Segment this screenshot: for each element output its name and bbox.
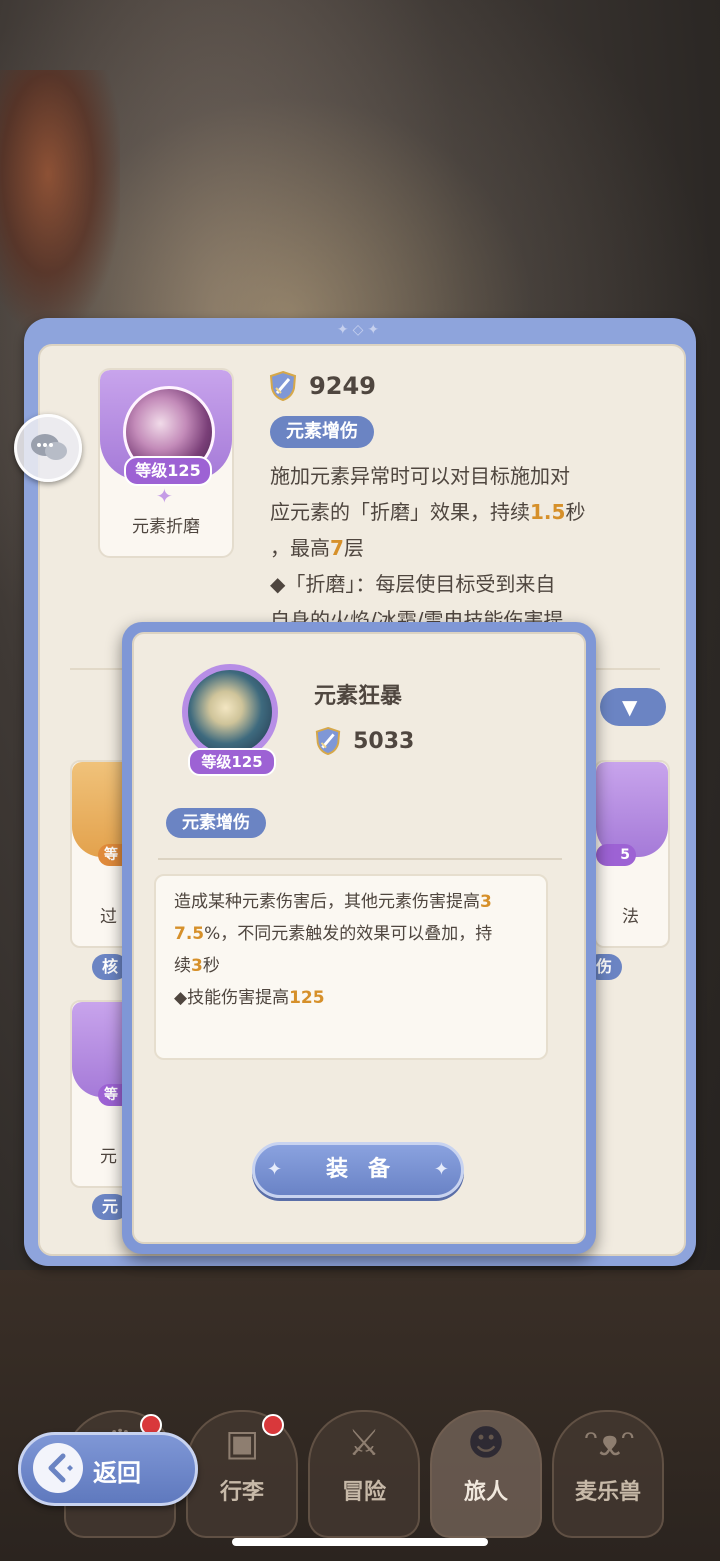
equip-button-label: 装备 (325, 1157, 410, 1182)
effect-line: 7.5%，不同元素触发的效果可以叠加，持 (174, 918, 532, 950)
skill-grid-card[interactable]: 5 法 (594, 760, 670, 948)
fox-icon: ᵔᴥᵔ (584, 1423, 636, 1464)
desc-line: ◆「折磨」：每层使目标受到来自 (270, 572, 556, 596)
back-button-label: 返回 (93, 1459, 141, 1487)
card-header (596, 762, 668, 857)
desc-text: 应元素的「折磨」效果，持续 (270, 500, 530, 524)
effect-text: ◆技能伤害提高 (174, 988, 290, 1008)
nav-item-beast[interactable]: ᵔᴥᵔ 麦乐兽 (552, 1410, 664, 1538)
shield-sword-icon (269, 370, 297, 402)
background-character (0, 70, 120, 330)
popup-category-tag: 元素增伤 (166, 808, 266, 838)
nav-label: 旅人 (463, 1480, 508, 1505)
chat-button[interactable] (14, 414, 82, 482)
nav-label: 行李 (219, 1480, 264, 1505)
sparkle-icon: ✦ (433, 1159, 449, 1180)
chat-bubbles-icon (31, 434, 67, 460)
popup-power-row: 5033 (314, 726, 414, 756)
skill-description: 施加元素异常时可以对目标施加对 应元素的「折磨」效果，持续1.5秒 ，最高7层 … (270, 458, 650, 638)
effect-text: 秒 (202, 956, 220, 976)
card-name: 过 (100, 907, 117, 927)
effect-line: 续3秒 (174, 950, 532, 982)
skill-card-name: 元素折磨 (132, 517, 200, 537)
traveler-portrait-icon: ☻ (467, 1423, 505, 1464)
desc-highlight: 1.5 (530, 500, 566, 524)
effect-highlight: 7.5 (174, 924, 205, 944)
desc-text: 秒 (565, 500, 586, 524)
popup-skill-name: 元素狂暴 (314, 684, 403, 709)
panel-ornament-icon: ✦◇✦ (336, 322, 384, 338)
crossed-swords-icon: ⚔ (347, 1423, 381, 1464)
chest-icon: ▣ (224, 1423, 259, 1464)
nav-label: 冒险 (341, 1480, 386, 1505)
desc-line: 施加元素异常时可以对目标施加对 (270, 464, 570, 488)
desc-text: 层 (343, 536, 364, 560)
effect-line: ◆技能伤害提高125 (174, 982, 532, 1014)
sparkle-icon: ✦ (156, 484, 173, 508)
card-name: 元 (100, 1147, 117, 1167)
filter-dropdown-button[interactable]: ▼ (600, 688, 666, 726)
desc-text: ，最高 (270, 536, 330, 560)
effect-line: 造成某种元素伤害后，其他元素伤害提高3 (174, 886, 532, 918)
nav-item-traveler[interactable]: ☻ 旅人 (430, 1410, 542, 1538)
nav-item-luggage[interactable]: ▣ 行李 (186, 1410, 298, 1538)
shield-sword-icon (315, 726, 341, 756)
effect-text: 造成某种元素伤害后，其他元素伤害提高 (174, 892, 480, 912)
home-indicator[interactable] (232, 1538, 488, 1546)
skill-power-row: 9249 (268, 370, 376, 402)
skill-orb-frame (182, 664, 278, 760)
skill-category-tag: 元素增伤 (270, 416, 374, 448)
popup-divider (158, 858, 562, 860)
popup-power-value: 5033 (353, 728, 415, 754)
nav-item-adventure[interactable]: ⚔ 冒险 (308, 1410, 420, 1538)
nav-label: 麦乐兽 (574, 1480, 641, 1505)
skill-popup-body: 等级125 元素狂暴 5033 元素增伤 造成某种元素伤害后，其他元素伤害提高3… (132, 632, 586, 1244)
popup-effect-box: 造成某种元素伤害后，其他元素伤害提高3 7.5%，不同元素触发的效果可以叠加，持… (154, 874, 548, 1060)
selected-skill-card[interactable]: 等级125 ✦ 元素折磨 (98, 368, 234, 558)
effect-highlight: 3 (480, 892, 492, 912)
notification-dot (262, 1414, 284, 1436)
skill-popup: 等级125 元素狂暴 5033 元素增伤 造成某种元素伤害后，其他元素伤害提高3… (122, 622, 596, 1254)
card-name: 法 (622, 907, 639, 927)
desc-highlight: 7 (330, 536, 344, 560)
skill-power-value: 9249 (309, 372, 376, 400)
desc-line: 应元素的「折磨」效果，持续1.5秒 (270, 494, 650, 530)
desc-line: ，最高7层 (270, 530, 650, 566)
sparkle-icon: ✦ (267, 1159, 283, 1180)
skill-level-badge: 等级125 (124, 456, 212, 486)
effect-text: 续 (174, 956, 191, 976)
equip-button[interactable]: ✦ 装备 ✦ (252, 1142, 464, 1198)
effect-highlight: 125 (289, 988, 325, 1008)
popup-level-badge: 等级125 (188, 748, 276, 776)
back-button[interactable]: 返回 (18, 1432, 198, 1506)
element-frenzy-orb-icon (188, 670, 272, 754)
effect-text: %，不同元素触发的效果可以叠加，持 (204, 924, 493, 944)
back-arrow-icon (33, 1443, 83, 1493)
card-level-badge: 5 (596, 844, 636, 866)
effect-highlight: 3 (191, 956, 203, 976)
triangle-down-icon: ▼ (622, 695, 638, 719)
